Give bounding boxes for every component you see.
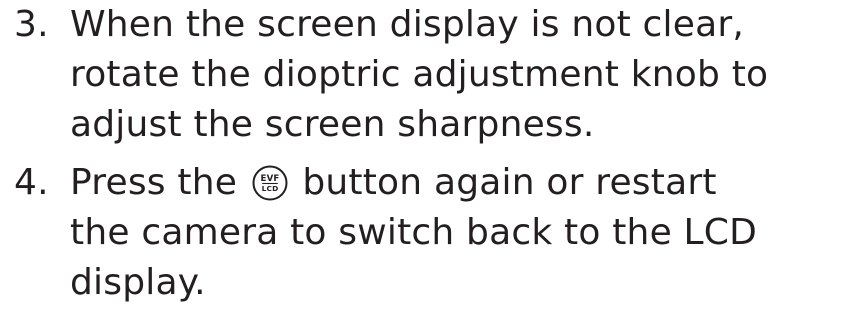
- lcd-label: LCD: [261, 184, 278, 193]
- step-list: 3. When the screen display is not clear,…: [14, 0, 859, 308]
- step-text-line: display.: [70, 262, 206, 303]
- step-text-line: When the screen display is not clear,: [70, 4, 744, 45]
- step-text: When the screen display is not clear, ro…: [70, 0, 859, 150]
- evf-label: EVF: [260, 174, 279, 184]
- step-text: Press the EVF LCD button again or restar…: [70, 158, 859, 308]
- step-number: 3.: [14, 4, 49, 45]
- step-text-fragment: Press the: [70, 162, 249, 203]
- step-number: 4.: [14, 162, 49, 203]
- step-text-fragment: button again or restart: [290, 162, 717, 203]
- step-text-line: adjust the screen sharpness.: [70, 104, 595, 145]
- step-text-line: rotate the dioptric adjustment knob to: [70, 54, 769, 95]
- step-4: 4. Press the EVF LCD button again or res…: [14, 158, 859, 308]
- step-3: 3. When the screen display is not clear,…: [14, 0, 859, 150]
- step-text-line: Press the EVF LCD button again or restar…: [70, 158, 859, 208]
- step-text-line: the camera to switch back to the LCD: [70, 212, 758, 253]
- evf-lcd-button-icon: EVF LCD: [251, 164, 289, 202]
